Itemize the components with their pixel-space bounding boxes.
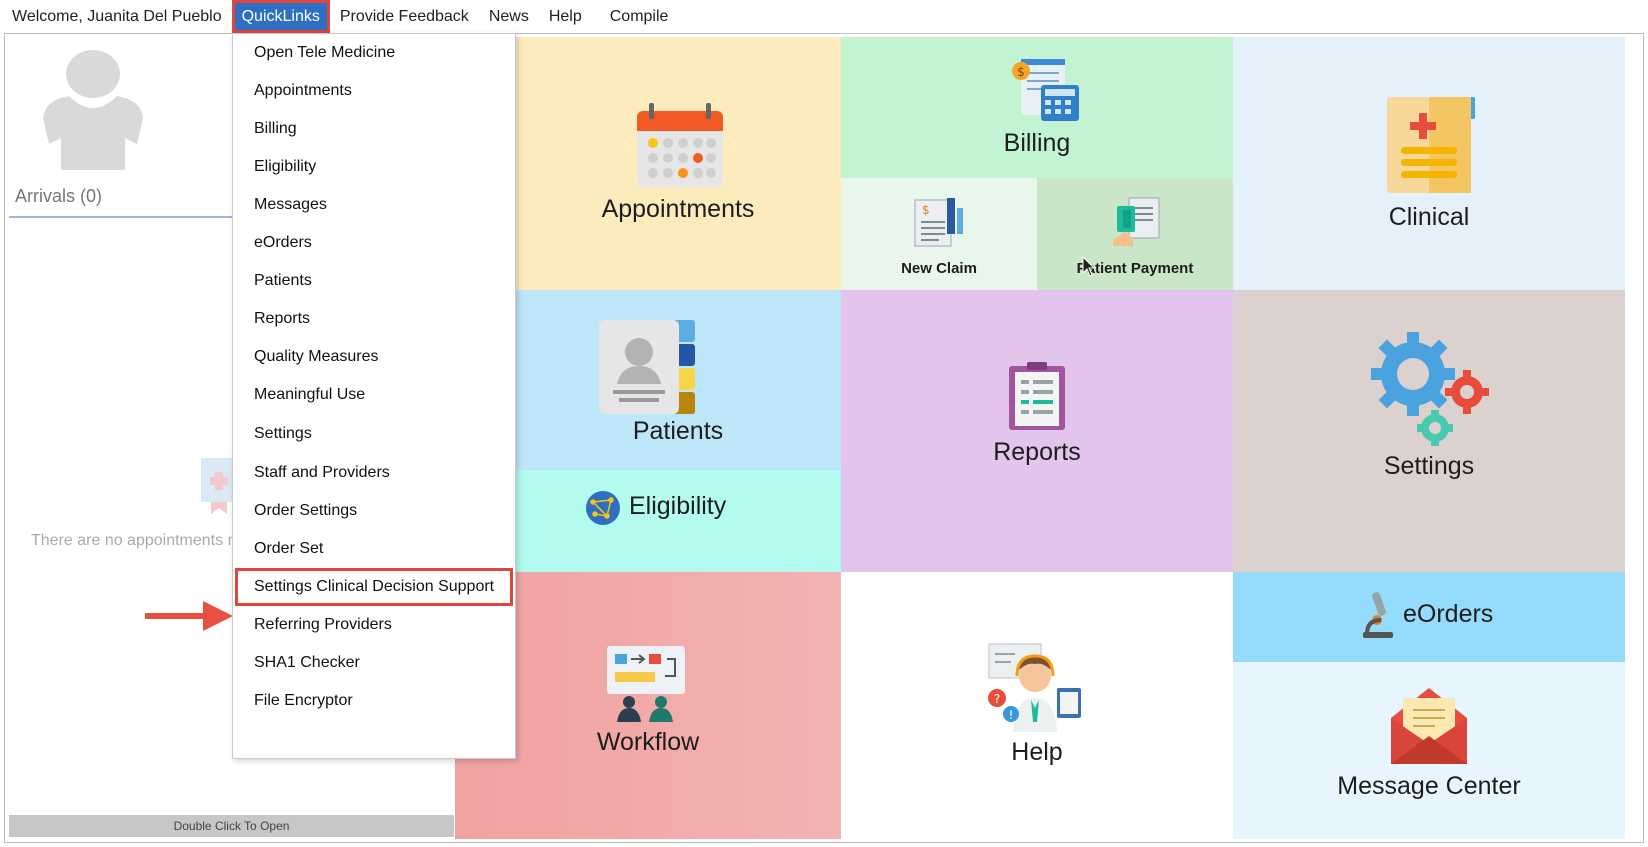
new-claim-tile[interactable]: $ New Claim [841, 178, 1037, 290]
patient-payment-label: Patient Payment [1076, 260, 1194, 277]
help-tile[interactable]: ? ! Help [841, 572, 1233, 839]
microscope-icon [1363, 592, 1393, 638]
user-avatar-icon [43, 50, 143, 170]
quicklink-meaningful-use[interactable]: Meaningful Use [233, 376, 515, 414]
quicklink-eorders[interactable]: eOrders [233, 224, 515, 262]
settings-tile[interactable]: Settings [1233, 290, 1625, 572]
mouse-cursor-icon [1082, 256, 1096, 277]
payment-icon [1113, 197, 1160, 246]
appointments-label: Appointments [601, 195, 755, 223]
eligibility-tile[interactable]: Eligibility [515, 470, 841, 572]
menu-help[interactable]: Help [539, 0, 592, 33]
quicklink-messages[interactable]: Messages [233, 186, 515, 224]
quicklink-settings-clinical-decision-support[interactable]: Settings Clinical Decision Support [235, 568, 513, 606]
menu-news[interactable]: News [479, 0, 539, 33]
quicklink-sha1-checker[interactable]: SHA1 Checker [233, 644, 515, 682]
new-claim-label: New Claim [901, 260, 977, 277]
quicklinks-dropdown: Open Tele Medicine Appointments Billing … [232, 33, 516, 759]
no-appointments-message: There are no appointments r [31, 532, 233, 549]
arrivals-header: Arrivals (0) [15, 186, 103, 206]
billing-tile[interactable]: $ Billing [841, 37, 1233, 178]
workflow-board-icon [607, 646, 685, 722]
quicklink-eligibility[interactable]: Eligibility [233, 148, 515, 186]
quicklink-referring-providers[interactable]: Referring Providers [233, 606, 515, 644]
quicklink-quality-measures[interactable]: Quality Measures [233, 338, 515, 376]
menu-provide-feedback[interactable]: Provide Feedback [330, 0, 479, 33]
menu-quicklinks[interactable]: QuickLinks [231, 0, 330, 33]
eorders-tile[interactable]: eOrders [1233, 572, 1625, 662]
patients-tile[interactable]: Patients [515, 290, 841, 470]
appointments-tile[interactable]: Appointments [515, 37, 841, 290]
quicklink-billing[interactable]: Billing [233, 110, 515, 148]
support-agent-icon: ? ! [988, 643, 1081, 732]
globe-network-icon [586, 491, 620, 525]
help-label: Help [1011, 738, 1063, 766]
svg-text:!: ! [1009, 708, 1014, 722]
claim-document-icon: $ [914, 198, 963, 247]
eorders-label: eOrders [1403, 600, 1494, 628]
quicklink-staff-and-providers[interactable]: Staff and Providers [233, 454, 515, 492]
contact-book-icon [599, 320, 695, 414]
double-click-bar[interactable]: Double Click To Open [9, 815, 454, 837]
quicklink-open-tele-medicine[interactable]: Open Tele Medicine [233, 34, 515, 72]
svg-text:$: $ [922, 203, 930, 217]
svg-text:$: $ [1017, 65, 1025, 79]
patients-label: Patients [632, 417, 724, 445]
reports-tile[interactable]: Reports [841, 290, 1233, 572]
red-arrow-icon [145, 601, 233, 631]
clinical-label: Clinical [1388, 203, 1470, 231]
clipboard-icon [1009, 362, 1065, 430]
top-menubar: Welcome, Juanita Del Pueblo QuickLinks P… [0, 0, 1648, 33]
billing-calculator-icon: $ [1012, 59, 1079, 121]
svg-text:?: ? [994, 692, 1000, 706]
quicklink-order-set[interactable]: Order Set [233, 530, 515, 568]
eligibility-label: Eligibility [629, 492, 727, 520]
gears-icon [1371, 332, 1489, 446]
envelope-icon [1391, 688, 1467, 764]
message-center-label: Message Center [1337, 772, 1521, 800]
clinical-folder-icon [1387, 97, 1475, 193]
quicklink-order-settings[interactable]: Order Settings [233, 492, 515, 530]
calendar-icon [637, 103, 723, 187]
settings-label: Settings [1383, 452, 1475, 480]
patient-payment-tile[interactable]: Patient Payment [1037, 178, 1233, 290]
quicklink-appointments[interactable]: Appointments [233, 72, 515, 110]
message-center-tile[interactable]: Message Center [1233, 662, 1625, 839]
quicklink-file-encryptor[interactable]: File Encryptor [233, 682, 515, 720]
quicklink-patients[interactable]: Patients [233, 262, 515, 300]
quicklink-settings[interactable]: Settings [233, 415, 515, 453]
reports-label: Reports [993, 438, 1081, 466]
clinical-tile[interactable]: Clinical [1233, 37, 1625, 290]
billing-label: Billing [1003, 129, 1071, 157]
menu-compile[interactable]: Compile [592, 0, 679, 33]
quicklink-reports[interactable]: Reports [233, 300, 515, 338]
welcome-text: Welcome, Juanita Del Pueblo [12, 7, 222, 25]
